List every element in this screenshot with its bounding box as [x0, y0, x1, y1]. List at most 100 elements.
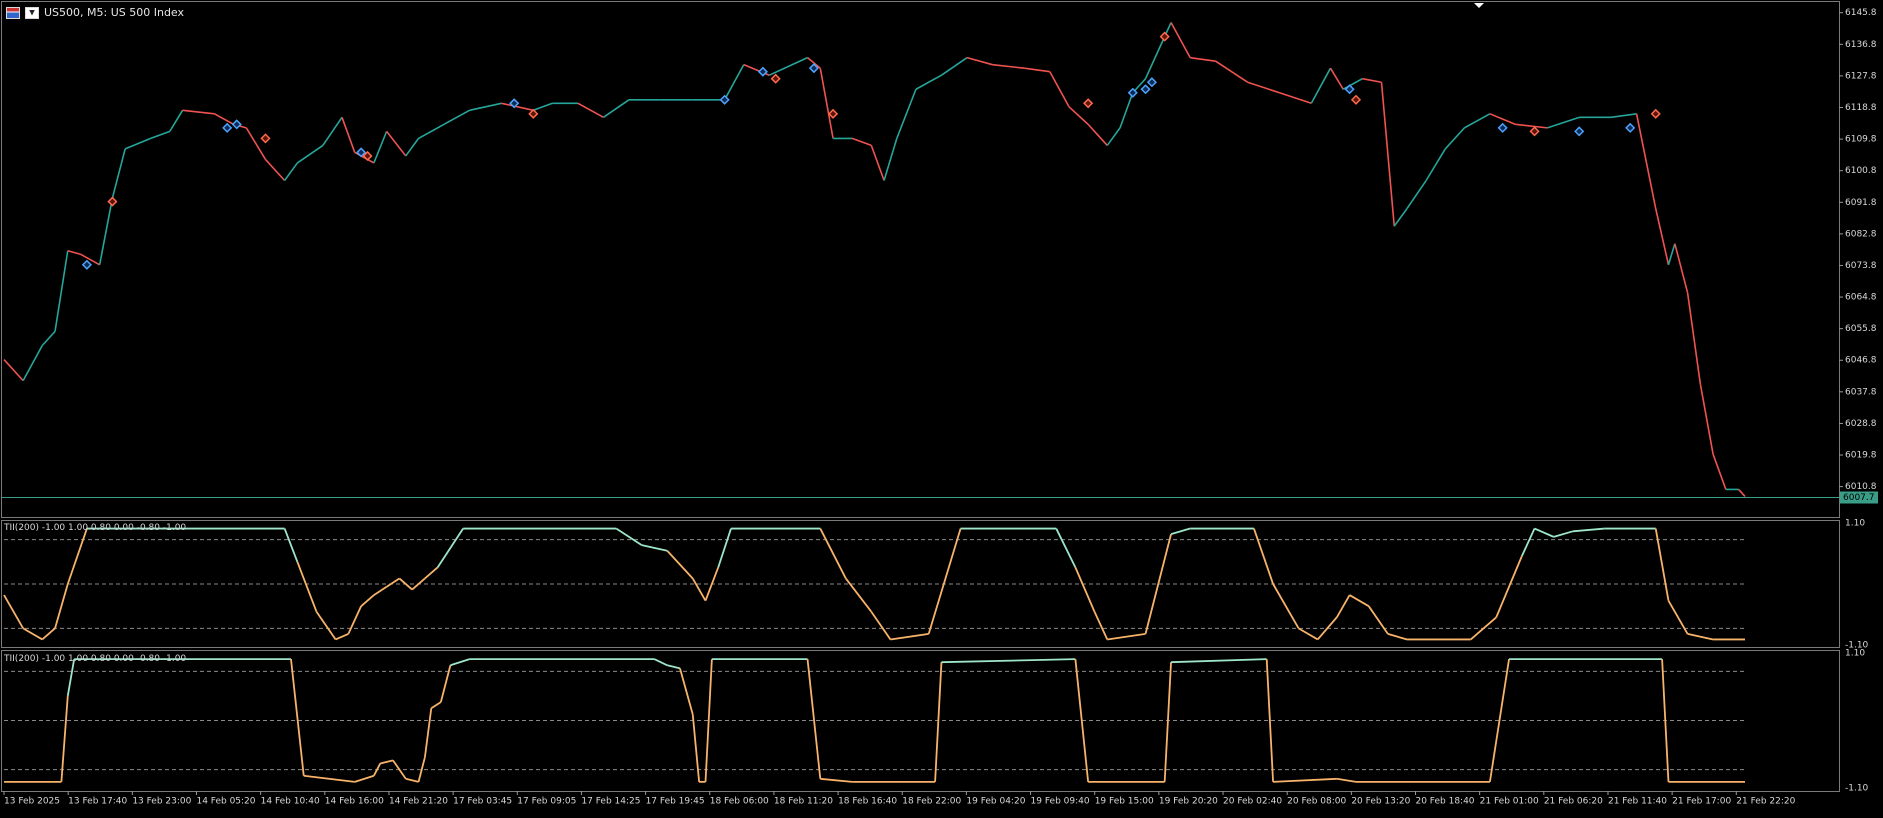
price-tick-label: 6100.8 [1845, 166, 1877, 176]
tii-panel-2-line-segment [679, 668, 694, 715]
time-tick-label: 17 Feb 14:25 [581, 797, 640, 807]
tii-panel-1-line-segment [411, 577, 426, 591]
tii-panel-1-line-segment [890, 633, 929, 641]
price-segment [373, 131, 388, 164]
tii-panel-1-line-segment [1553, 530, 1574, 538]
time-tick-label: 14 Feb 05:20 [196, 797, 255, 807]
price-series-layer [3, 22, 1746, 497]
price-tick-label: 6046.8 [1845, 356, 1877, 366]
price-segment [41, 330, 56, 347]
tii-panel-1-line-segment [335, 633, 349, 641]
one-click-trading-icon[interactable] [25, 6, 39, 19]
time-tick-label: 13 Feb 17:40 [68, 797, 127, 807]
time-tick-label: 20 Feb 08:00 [1287, 797, 1346, 807]
price-segment [98, 197, 114, 265]
time-tick-label: 21 Feb 17:00 [1672, 797, 1731, 807]
time-tick-label: 18 Feb 06:00 [710, 797, 769, 807]
price-segment [124, 137, 151, 150]
tii-panel-1-line-segment [1687, 633, 1714, 641]
price-segment [214, 113, 234, 126]
price-segment [111, 148, 126, 199]
indicator-axis-label-high: 1.10 [1845, 649, 1865, 659]
tii-panel-1-line-segment [1272, 583, 1300, 629]
price-segment [1024, 67, 1050, 73]
price-segment [851, 137, 872, 147]
price-tick-label: 6109.8 [1845, 135, 1877, 145]
price-segment [941, 56, 968, 76]
price-segment [296, 144, 324, 164]
tii-panel-1-line-segment [1387, 633, 1408, 641]
time-tick-label: 19 Feb 09:40 [1031, 797, 1090, 807]
price-tick-label: 6118.8 [1845, 103, 1877, 113]
price-segment [1170, 22, 1191, 59]
tii-panel-1-line-segment [373, 586, 388, 596]
time-tick-label: 13 Feb 23:00 [132, 797, 191, 807]
tii-panel-1-line-segment [315, 611, 337, 640]
price-segment [150, 130, 171, 140]
price-segment [1489, 113, 1516, 126]
chart-header: US500, M5: US 500 Index [6, 6, 184, 19]
chart-canvas[interactable]: 6145.8 6136.8 6127.8 6118.8 6109.8 6100.8 6091… [0, 0, 1883, 814]
time-tick-label: 14 Feb 10:40 [261, 797, 320, 807]
price-tick-label: 6082.8 [1845, 229, 1877, 239]
tii-panel-1-line-segment [41, 627, 56, 641]
sell-marker [528, 108, 539, 119]
tii-panel-1-line-segment [1367, 605, 1389, 635]
price-tick-label: 6136.8 [1845, 40, 1877, 50]
price-segment [443, 109, 470, 126]
tii-panel-2-line-segment [439, 665, 452, 703]
tii-panel-2-line-segment [60, 695, 69, 782]
buy-marker [1625, 122, 1636, 133]
tii-panel-1-line-segment [1667, 600, 1689, 635]
price-segment [182, 109, 215, 115]
buy-marker [1574, 126, 1585, 137]
tii-panel-1-line-segment [1170, 527, 1191, 535]
time-tick-label: 17 Feb 19:45 [646, 797, 705, 807]
tii-panel-2-line-segment [941, 658, 1076, 664]
tii-panel-2-line-segment [66, 658, 76, 697]
chart-window[interactable]: 6145.8 6136.8 6127.8 6118.8 6109.8 6100.8 6091… [0, 0, 1883, 814]
tii-panel-2-line-segment [1273, 777, 1337, 783]
price-segment [1444, 127, 1465, 150]
chart-menu-icon[interactable] [6, 6, 20, 19]
time-tick-label: 17 Feb 03:45 [453, 797, 512, 807]
tii-panel-1-line-segment [870, 611, 892, 640]
price-segment [1119, 92, 1134, 129]
price-segment [577, 102, 604, 119]
price-segment [283, 162, 299, 181]
price-segment [603, 99, 630, 118]
price-segment [1699, 383, 1714, 455]
price-segment [883, 138, 898, 181]
tii-panel-1-line-segment [717, 528, 732, 568]
tii-panel-2-line-segment [1336, 777, 1357, 783]
tii-panel-1-line-segment [54, 583, 69, 629]
chart-shift-marker[interactable] [1474, 3, 1484, 8]
price-segment [386, 130, 407, 157]
sell-marker [1350, 94, 1362, 105]
price-tick-label: 6010.8 [1845, 482, 1877, 492]
price-segment [1654, 208, 1670, 265]
tii-panel-2-line-segment [654, 658, 668, 667]
price-segment [1635, 113, 1657, 209]
buy-marker [1146, 77, 1157, 88]
price-segment [245, 127, 267, 160]
time-tick-label: 21 Feb 01:00 [1480, 797, 1539, 807]
price-tick-label: 6127.8 [1845, 71, 1877, 81]
time-tick-label: 18 Feb 22:00 [902, 797, 961, 807]
time-tick-label: 20 Feb 02:40 [1223, 797, 1282, 807]
sell-marker [770, 73, 781, 84]
tii-panel-1-layer [3, 527, 1745, 641]
price-segment [341, 117, 356, 153]
tii-panel-1-line-segment [1298, 627, 1319, 641]
tii-panel-1-line-segment [615, 527, 643, 546]
tii-panel-1-line-segment [1534, 527, 1555, 538]
tii-panel-1-line-segment [22, 627, 43, 641]
tii-panel-2-line-segment [450, 658, 470, 667]
time-tick-label: 19 Feb 04:20 [966, 797, 1025, 807]
time-tick-label: 13 Feb 2025 [4, 797, 60, 807]
tii-panel-1-line-segment [1495, 555, 1523, 618]
price-segment [1393, 208, 1408, 227]
sell-marker [1159, 31, 1170, 42]
tii-panel-2-line-segment [424, 708, 433, 758]
tii-panel-1-line-segment [1107, 633, 1146, 641]
